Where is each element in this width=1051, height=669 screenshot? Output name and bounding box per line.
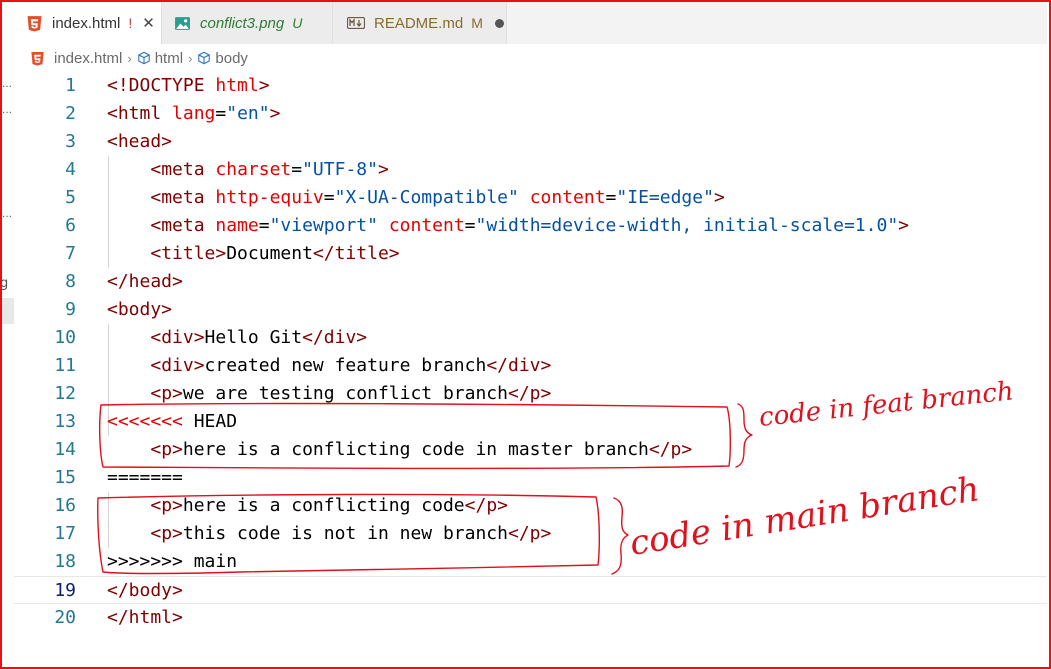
line-number: 15 [54, 467, 76, 488]
line-number: 14 [54, 439, 76, 460]
selected-item[interactable] [0, 298, 14, 324]
line-number: 16 [54, 495, 76, 516]
line-number: 5 [65, 187, 76, 208]
code-text[interactable]: <p>here is a conflicting code</p> [107, 492, 508, 520]
code-text[interactable]: <div>created new feature branch</div> [107, 352, 551, 380]
html5-icon [27, 15, 42, 31]
editor-tab-bar: index.html ! ✕ conflict3.png U README.md… [14, 2, 1047, 44]
code-line[interactable]: 4 <meta charset="UTF-8"> [14, 156, 1047, 184]
breadcrumb: index.html › html › body [30, 47, 248, 69]
code-text[interactable]: <<<<<<< HEAD [107, 408, 237, 436]
code-text[interactable]: <!DOCTYPE html> [107, 72, 270, 100]
breadcrumb-file[interactable]: index.html [54, 50, 122, 67]
element-cube-icon [198, 51, 211, 65]
code-line[interactable]: 6 <meta name="viewport" content="width=d… [14, 212, 1047, 240]
code-line[interactable]: 1 <!DOCTYPE html> [14, 72, 1047, 100]
chevron-right-icon: › [127, 50, 132, 66]
image-icon [175, 16, 190, 30]
code-line[interactable]: 13 <<<<<<< HEAD [14, 408, 1047, 436]
unsaved-dot-icon[interactable] [494, 18, 504, 28]
tab-label: conflict3.png [200, 14, 285, 32]
code-text[interactable]: <title>Document</title> [107, 240, 399, 268]
activity-strip: … … … g [0, 46, 14, 666]
line-number: 18 [54, 551, 76, 572]
more-icon[interactable]: … [2, 210, 12, 220]
tab-index-html[interactable]: index.html ! ✕ [14, 2, 162, 44]
more-icon[interactable]: … [2, 106, 12, 116]
code-text[interactable]: <div>Hello Git</div> [107, 324, 367, 352]
code-text[interactable]: <meta charset="UTF-8"> [107, 156, 388, 184]
code-line[interactable]: 16 <p>here is a conflicting code</p> [14, 492, 1047, 520]
code-line[interactable]: 8 </head> [14, 268, 1047, 296]
line-number: 9 [65, 299, 76, 320]
code-text[interactable]: <meta name="viewport" content="width=dev… [107, 212, 909, 240]
line-number: 10 [54, 327, 76, 348]
line-number: 4 [65, 159, 76, 180]
code-line[interactable]: 9 <body> [14, 296, 1047, 324]
code-line[interactable]: 17 <p>this code is not in new branch</p> [14, 520, 1047, 548]
line-number: 19 [54, 580, 76, 601]
code-line[interactable]: 14 <p>here is a conflicting code in mast… [14, 436, 1047, 464]
code-line[interactable]: 3 <head> [14, 128, 1047, 156]
line-number: 1 [65, 75, 76, 96]
code-text[interactable]: </html> [107, 604, 183, 632]
code-text[interactable]: ======= [107, 464, 183, 492]
code-line[interactable]: 19 </body> [14, 576, 1047, 604]
code-line[interactable]: 2 <html lang="en"> [14, 100, 1047, 128]
untracked-badge: U [292, 15, 303, 31]
tab-conflict3-png[interactable]: conflict3.png U [162, 2, 333, 44]
html5-icon [31, 51, 44, 66]
code-text[interactable]: <p>we are testing conflict branch</p> [107, 380, 551, 408]
tab-label: index.html [52, 14, 121, 32]
code-line[interactable]: 10 <div>Hello Git</div> [14, 324, 1047, 352]
code-line[interactable]: 7 <title>Document</title> [14, 240, 1047, 268]
truncated-label: g [0, 276, 9, 291]
markdown-icon [347, 17, 365, 29]
code-line[interactable]: 20 </html> [14, 604, 1047, 632]
code-editor[interactable]: 1 <!DOCTYPE html> 2 <html lang="en"> 3 <head>… [14, 72, 1047, 666]
chevron-right-icon: › [188, 50, 193, 66]
line-number: 13 [54, 411, 76, 432]
line-number: 6 [65, 215, 76, 236]
more-icon[interactable]: … [2, 80, 12, 90]
code-text[interactable]: <p>this code is not in new branch</p> [107, 520, 551, 548]
code-text[interactable]: <meta http-equiv="X-UA-Compatible" conte… [107, 184, 724, 212]
line-number: 7 [65, 243, 76, 264]
code-text[interactable]: <html lang="en"> [107, 100, 280, 128]
problem-badge: ! [128, 15, 133, 31]
line-number: 2 [65, 103, 76, 124]
code-line[interactable]: 18 >>>>>>> main [14, 548, 1047, 576]
code-line[interactable]: 11 <div>created new feature branch</div> [14, 352, 1047, 380]
breadcrumb-item-html[interactable]: html [155, 50, 183, 67]
line-number: 17 [54, 523, 76, 544]
close-icon[interactable]: ✕ [142, 14, 155, 32]
line-number: 12 [54, 383, 76, 404]
code-line[interactable]: 12 <p>we are testing conflict branch</p> [14, 380, 1047, 408]
line-number: 11 [54, 355, 76, 376]
code-text[interactable]: <head> [107, 128, 172, 156]
code-text[interactable]: </head> [107, 268, 183, 296]
code-text[interactable]: <p>here is a conflicting code in master … [107, 436, 692, 464]
code-text[interactable]: <body> [107, 296, 172, 324]
breadcrumb-item-body[interactable]: body [215, 50, 248, 67]
code-line[interactable]: 5 <meta http-equiv="X-UA-Compatible" con… [14, 184, 1047, 212]
tab-readme-md[interactable]: README.md M [333, 2, 507, 44]
tab-label: README.md [374, 14, 464, 32]
line-number: 3 [65, 131, 76, 152]
line-number: 20 [54, 607, 76, 628]
element-cube-icon [137, 51, 150, 65]
code-line[interactable]: 15 ======= [14, 464, 1047, 492]
modified-badge: M [471, 15, 483, 31]
line-number: 8 [65, 271, 76, 292]
code-text[interactable]: >>>>>>> main [107, 548, 237, 576]
code-text[interactable]: </body> [107, 577, 183, 605]
